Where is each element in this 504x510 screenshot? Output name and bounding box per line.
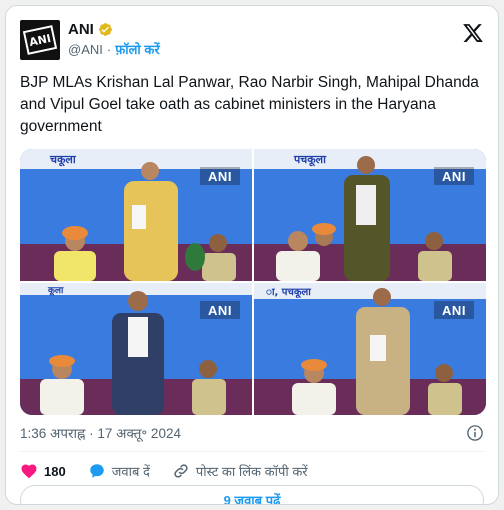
read-replies-button[interactable]: 9 जवाब पढ़ें	[20, 485, 484, 504]
action-bar: 180 जवाब दें पोस्ट का लिंक कॉपी करें	[20, 461, 330, 481]
tweet-header: ANI ANI @ANI · फ़ॉलो करें	[20, 18, 484, 64]
heart-icon	[21, 464, 37, 479]
banner-text-2: पचकूला	[293, 153, 327, 167]
link-icon	[174, 464, 188, 478]
media-photo-4[interactable]: ा, पचकूला ANI	[254, 283, 486, 415]
copy-link-label: पोस्ट का लिंक कॉपी करें	[195, 464, 308, 479]
follow-button[interactable]: फ़ॉलो करें	[115, 40, 159, 58]
separator: ·	[106, 41, 112, 57]
copy-link-button[interactable]: पोस्ट का लिंक कॉपी करें	[172, 462, 308, 480]
x-logo-icon[interactable]	[462, 22, 484, 44]
reply-label: जवाब दें	[111, 464, 150, 479]
display-name[interactable]: ANI	[68, 21, 94, 38]
banner-text-3: कूला	[47, 286, 64, 296]
handle[interactable]: @ANI	[68, 42, 103, 57]
media-photo-1[interactable]: चकूला ANI	[20, 149, 252, 281]
tweet-card: ANI ANI @ANI · फ़ॉलो करें BJP MLAs Krish…	[5, 5, 499, 505]
media-photo-3[interactable]: कूला ANI	[20, 283, 252, 415]
ani-watermark: ANI	[434, 301, 474, 319]
media-photo-2[interactable]: पचकूला ANI	[254, 149, 486, 281]
author-names: ANI @ANI · फ़ॉलो करें	[68, 21, 160, 58]
banner-text-1: चकूला	[49, 153, 77, 167]
ani-watermark: ANI	[200, 167, 240, 185]
timestamp-row: 1:36 अपराह्न · 17 अक्तू॰ 2024	[20, 424, 484, 444]
verified-badge-icon	[98, 23, 112, 36]
like-count: 180	[44, 463, 66, 479]
ani-watermark: ANI	[434, 167, 474, 185]
reply-bubble-icon	[89, 464, 104, 478]
info-icon[interactable]	[466, 424, 484, 442]
ani-watermark: ANI	[200, 301, 240, 319]
like-button[interactable]: 180	[20, 462, 66, 480]
avatar[interactable]: ANI	[20, 20, 60, 60]
banner-text-4: ा, पचकूला	[266, 287, 311, 299]
reply-button[interactable]: जवाब दें	[88, 462, 150, 480]
tweet-text: BJP MLAs Krishan Lal Panwar, Rao Narbir …	[20, 74, 479, 135]
media-grid: चकूला ANI पचकूला ANI कूला ANI ा, पचकूला …	[20, 149, 486, 415]
divider	[20, 451, 484, 452]
ani-logo: ANI	[22, 25, 58, 55]
timestamp[interactable]: 1:36 अपराह्न · 17 अक्तू॰ 2024	[20, 426, 181, 441]
